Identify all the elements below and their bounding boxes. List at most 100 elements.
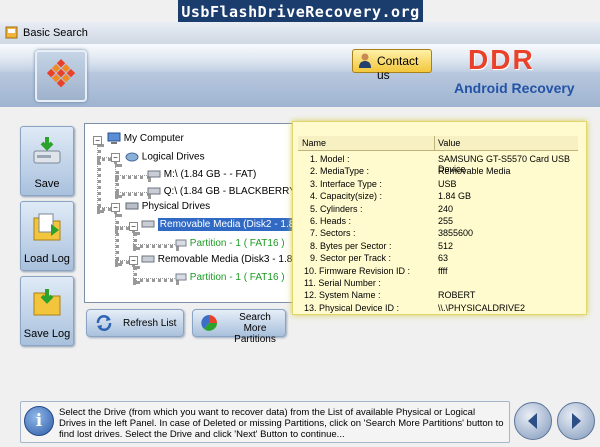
pie-chart-icon — [201, 315, 217, 331]
property-name: 4. Capacity(size) : — [310, 191, 383, 202]
product-name: Android Recovery — [454, 80, 575, 96]
removable-drive-icon — [147, 187, 161, 195]
instructions-text: Select the Drive (from which you want to… — [59, 407, 504, 440]
tree-item-logical-drives[interactable]: Logical Drives — [125, 151, 205, 163]
property-name: 1. Model : — [310, 154, 350, 164]
save-icon — [33, 137, 61, 164]
drive-properties-table: Name Value 1. Model : SAMSUNG GT-S5570 Ca… — [292, 121, 587, 315]
property-value: ffff — [438, 265, 448, 276]
table-row: 12. System Name : ROBERT — [298, 290, 578, 301]
tree-line — [97, 144, 101, 213]
drive-tree-panel[interactable]: − − − − − My Computer Logical Drives M:\… — [84, 123, 326, 303]
title-bar: Basic Search — [0, 22, 600, 45]
next-button[interactable] — [557, 402, 595, 440]
tree-item-disk3-partition[interactable]: Partition - 1 ( FAT16 ) — [175, 272, 285, 283]
property-name: 10. Firmware Revision ID : — [304, 265, 411, 276]
table-row: 3. Interface Type : USB — [298, 179, 578, 190]
table-row: 11. Serial Number : — [298, 278, 578, 289]
property-name: 2. MediaType : — [310, 166, 370, 177]
tree-line — [115, 192, 151, 196]
save-log-icon — [33, 289, 61, 316]
table-row: 5. Cylinders : 240 — [298, 204, 578, 215]
arrow-left-icon — [528, 413, 537, 429]
collapse-toggle[interactable]: − — [111, 203, 120, 212]
info-icon: i — [24, 406, 54, 436]
contact-us-button[interactable]: Contact us — [352, 49, 432, 82]
table-row: 6. Heads : 255 — [298, 216, 578, 227]
property-name: 12. System Name : — [304, 290, 381, 301]
property-value: 512 — [438, 240, 454, 251]
person-icon — [359, 53, 371, 68]
search-more-label-line1: Search More — [239, 312, 271, 334]
save-button[interactable]: Save — [20, 126, 74, 196]
table-row: 8. Bytes per Sector : 512 — [298, 241, 578, 252]
removable-drive-icon — [141, 255, 155, 263]
load-log-icon — [33, 213, 61, 241]
tree-item-physical-drives[interactable]: Physical Drives — [125, 201, 210, 212]
arrow-right-icon — [572, 413, 581, 429]
table-row: 10. Firmware Revision ID : ffff — [298, 266, 578, 277]
collapse-toggle[interactable]: − — [93, 136, 102, 145]
app-logo — [35, 50, 87, 102]
table-row: 1. Model : SAMSUNG GT-S5570 Card USB Devi… — [298, 154, 578, 174]
partition-icon — [175, 239, 187, 247]
removable-drive-icon — [141, 220, 155, 228]
property-value: 1.84 GB — [438, 191, 472, 202]
property-value: 3855600 — [438, 228, 474, 239]
hard-drive-icon — [125, 202, 139, 210]
property-name: 7. Sectors : — [310, 228, 356, 239]
tree-item-label: Partition - 1 ( FAT16 ) — [189, 272, 285, 283]
property-name: 5. Cylinders : — [310, 203, 363, 214]
save-log-button[interactable]: Save Log — [20, 276, 74, 346]
back-button[interactable] — [514, 402, 552, 440]
tree-item-label: My Computer — [123, 133, 184, 145]
tree-line — [133, 278, 179, 282]
instructions-panel: Select the Drive (from which you want to… — [20, 401, 510, 443]
property-value: 255 — [438, 216, 454, 226]
load-log-button[interactable]: Load Log — [20, 201, 74, 271]
property-name: 11. Serial Number : — [304, 278, 381, 288]
search-more-partitions-label: Search More Partitions — [227, 312, 283, 345]
collapse-toggle[interactable]: − — [129, 222, 138, 231]
refresh-list-button[interactable]: Refresh List — [86, 309, 184, 337]
watermark-banner: UsbFlashDriveRecovery.org — [178, 0, 423, 24]
window-title: Basic Search — [23, 27, 88, 39]
table-header: Name Value — [298, 136, 578, 151]
tree-line — [115, 214, 119, 266]
tree-line — [133, 244, 179, 248]
column-header-value: Value — [438, 138, 461, 148]
property-name: 13. Physical Device ID : — [304, 302, 400, 313]
save-log-label: Save Log — [23, 328, 71, 340]
column-header-name: Name — [302, 138, 327, 148]
table-row: 2. MediaType : Removable Media — [298, 166, 578, 177]
load-log-label: Load Log — [24, 253, 70, 265]
search-more-partitions-button[interactable]: Search More Partitions — [192, 309, 286, 345]
property-value: \\.\PHYSICALDRIVE2 — [438, 302, 526, 313]
app-icon — [5, 26, 18, 39]
removable-drive-icon — [147, 170, 161, 178]
refresh-icon — [96, 315, 112, 331]
property-value: ROBERT — [438, 290, 476, 301]
collapse-toggle[interactable]: − — [111, 153, 120, 162]
property-name: 8. Bytes per Sector : — [310, 240, 392, 251]
tree-item-my-computer[interactable]: My Computer — [107, 132, 184, 145]
table-row: 4. Capacity(size) : 1.84 GB — [298, 191, 578, 202]
tree-line — [115, 175, 151, 179]
table-row: 13. Physical Device ID : \\.\PHYSICALDRIV… — [298, 303, 578, 314]
tree-item-label: Partition - 1 ( FAT16 ) — [189, 238, 285, 249]
property-value: 240 — [438, 203, 454, 214]
property-name: 6. Heads : — [310, 216, 352, 226]
table-row: 7. Sectors : 3855600 — [298, 228, 578, 239]
refresh-list-label: Refresh List — [123, 318, 177, 329]
contact-us-label: Contact us — [377, 54, 419, 82]
table-row: 9. Sector per Track : 63 — [298, 253, 578, 264]
property-value: 63 — [438, 253, 449, 264]
tree-item-m-drive[interactable]: M:\ (1.84 GB - - FAT) — [147, 169, 256, 180]
partition-icon — [175, 273, 187, 281]
property-name: 9. Sector per Track : — [310, 253, 392, 264]
tree-item-disk2-partition[interactable]: Partition - 1 ( FAT16 ) — [175, 238, 285, 249]
brand-logo-text: DDR — [468, 44, 535, 75]
logo-grid-icon — [46, 59, 76, 88]
collapse-toggle[interactable]: − — [129, 256, 138, 265]
tree-item-label: M:\ (1.84 GB - - FAT) — [163, 169, 257, 180]
